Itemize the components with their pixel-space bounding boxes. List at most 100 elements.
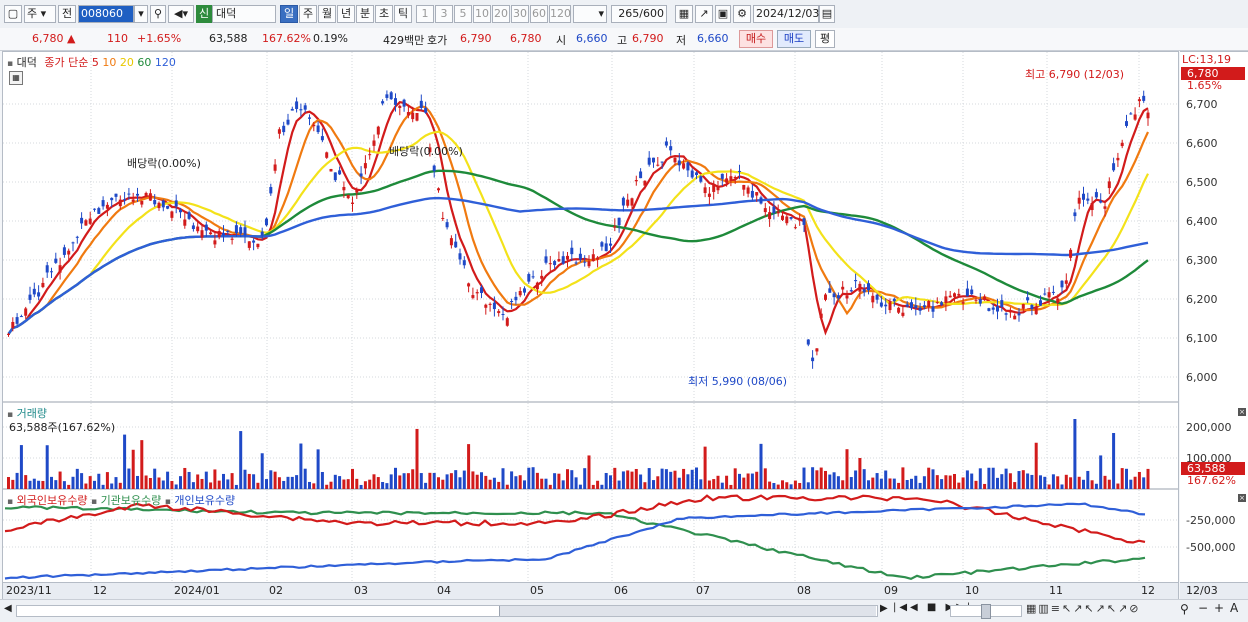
sell-button[interactable]: 매도 — [777, 30, 811, 48]
volume-bar — [557, 473, 561, 489]
candle-body — [596, 257, 600, 260]
period-month[interactable]: 월 — [318, 5, 336, 23]
candle-body — [136, 193, 139, 196]
candle-body — [191, 225, 195, 230]
candle-body — [333, 172, 337, 181]
candle-body — [406, 112, 410, 116]
period-minute[interactable]: 분 — [356, 5, 374, 23]
x-label: 02 — [269, 584, 283, 597]
candle-body — [28, 294, 32, 300]
interval-custom-select[interactable]: ▾ — [573, 5, 607, 23]
chart-area[interactable]: ▪ 대덕 종가 단순 5 10 20 60 120 ▦ 최고 6,790 (12… — [2, 51, 1179, 599]
chart-type-select[interactable]: 주 ▾ — [24, 5, 56, 23]
volume-bar — [71, 476, 75, 489]
market-button[interactable]: 전 — [58, 5, 76, 23]
candle-body — [346, 194, 350, 199]
volume-bar — [910, 478, 913, 489]
candle-body — [394, 98, 397, 105]
gear-icon[interactable]: ⚙ — [733, 5, 751, 23]
zoom-slider-handle[interactable] — [981, 604, 991, 619]
scrollbar-thumb[interactable] — [499, 606, 876, 616]
legend-toggle-icon[interactable]: ▪ — [7, 59, 13, 69]
volume-bar — [755, 471, 759, 489]
save-icon[interactable]: ▣ — [715, 5, 731, 23]
volume-bar — [110, 483, 114, 489]
period-week[interactable]: 주 — [299, 5, 317, 23]
search-icon[interactable]: ⚲ — [150, 5, 166, 23]
interval-120[interactable]: 120 — [549, 5, 571, 23]
volume-bar — [355, 478, 359, 489]
candle-body — [518, 291, 522, 296]
candle-body — [621, 197, 625, 206]
speaker-icon[interactable]: ◀▾ — [168, 5, 194, 23]
candle-body — [948, 295, 952, 298]
volume-bar — [376, 477, 380, 489]
stock-name-field[interactable]: 대덕 — [212, 5, 276, 23]
candle-body — [703, 187, 707, 194]
chart-type-value: 주 — [27, 7, 38, 20]
zoom-in-icon[interactable]: + — [1214, 601, 1224, 615]
candle-body — [983, 296, 987, 301]
volume-bar — [1073, 419, 1077, 489]
grid-toggle-icon[interactable]: ▦ — [9, 71, 23, 85]
candle-body — [712, 184, 716, 192]
zoom-slider[interactable] — [950, 604, 1022, 619]
volume-bar — [720, 482, 724, 489]
window-menu-icon[interactable]: ▢ — [4, 5, 22, 23]
date-input[interactable]: 2024/12/03 — [753, 5, 819, 23]
code-dropdown-icon[interactable]: ▾ — [134, 5, 148, 23]
volume-bar — [114, 477, 118, 489]
tool-icons[interactable]: ▦▥≡↖↗↖↗↖↗⊘ — [1026, 602, 1141, 615]
scroll-left-icon[interactable]: ◀ — [4, 603, 12, 614]
holdings-toggle-icon[interactable]: ▪ — [7, 497, 13, 507]
zoom-icon[interactable]: ⚲ — [1180, 602, 1189, 616]
candle-body — [673, 157, 677, 163]
candle-body — [351, 202, 354, 204]
interval-30[interactable]: 30 — [511, 5, 529, 23]
interval-3[interactable]: 3 — [435, 5, 453, 23]
bar-count-field[interactable]: 265/600 — [611, 5, 667, 23]
horizontal-scrollbar[interactable] — [16, 605, 878, 617]
candle-body — [320, 136, 324, 141]
volume-bar — [213, 469, 217, 489]
candle-body — [587, 261, 591, 267]
volume-bar — [914, 475, 918, 489]
calendar-icon[interactable]: ▤ — [819, 5, 835, 23]
candle-body — [131, 199, 135, 202]
period-day[interactable]: 일 — [280, 5, 298, 23]
hold-y-tick: -250,000 — [1186, 514, 1236, 527]
open-label: 시 — [556, 34, 567, 47]
institution-line — [4, 505, 1146, 580]
holdings-panel-close-icon[interactable]: × — [1238, 494, 1246, 502]
draw-line-icon[interactable]: ↗ — [695, 5, 713, 23]
y-tick: 6,300 — [1186, 254, 1218, 267]
stock-code-input[interactable]: 008060 — [78, 5, 134, 23]
volume-bar — [200, 478, 204, 489]
candle-body — [217, 231, 221, 238]
interval-5[interactable]: 5 — [454, 5, 472, 23]
period-year[interactable]: 년 — [337, 5, 355, 23]
volume-bar — [1086, 470, 1090, 489]
volume-bar — [24, 475, 28, 489]
candle-body — [127, 193, 131, 195]
volume-panel-close-icon[interactable]: × — [1238, 408, 1246, 416]
interval-60[interactable]: 60 — [530, 5, 548, 23]
candle-body — [1112, 163, 1116, 171]
period-tick[interactable]: 틱 — [394, 5, 412, 23]
candle-body — [419, 100, 423, 108]
candle-body — [449, 238, 453, 246]
zoom-out-icon[interactable]: − — [1198, 601, 1208, 615]
scroll-right-icon[interactable]: ▶ — [880, 603, 888, 614]
volume-bar — [1077, 476, 1081, 489]
volume-bar — [492, 477, 496, 489]
period-second[interactable]: 초 — [375, 5, 393, 23]
volume-bar — [1017, 471, 1021, 489]
chart-settings-icon[interactable]: ▦ — [675, 5, 693, 23]
eval-button[interactable]: 평 — [815, 30, 835, 48]
font-size-icon[interactable]: A — [1230, 601, 1238, 615]
interval-20[interactable]: 20 — [492, 5, 510, 23]
interval-1[interactable]: 1 — [416, 5, 434, 23]
buy-button[interactable]: 매수 — [739, 30, 773, 48]
volume-bar — [441, 479, 445, 489]
interval-10[interactable]: 10 — [473, 5, 491, 23]
